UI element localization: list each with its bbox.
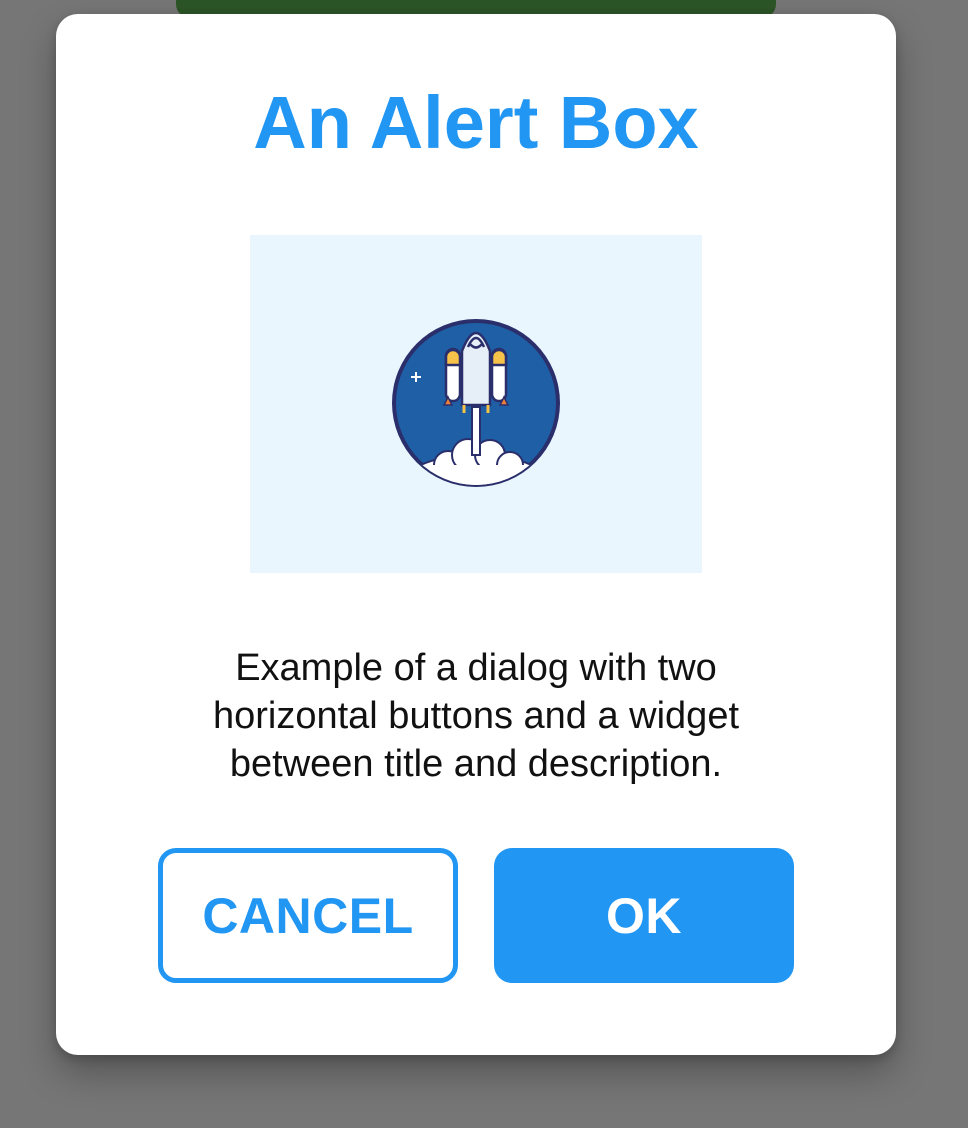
ok-button[interactable]: OK (494, 848, 794, 983)
screen: An Alert Box Example of a dialog with tw… (0, 0, 968, 1128)
dialog-title: An Alert Box (253, 81, 699, 164)
dialog-description: Example of a dialog with two horizontal … (212, 647, 740, 785)
alert-dialog: An Alert Box Example of a dialog with tw… (56, 14, 896, 1055)
cancel-button[interactable]: CANCEL (158, 848, 458, 983)
rocket-launch-icon (392, 319, 560, 487)
dialog-image-widget (250, 235, 702, 573)
